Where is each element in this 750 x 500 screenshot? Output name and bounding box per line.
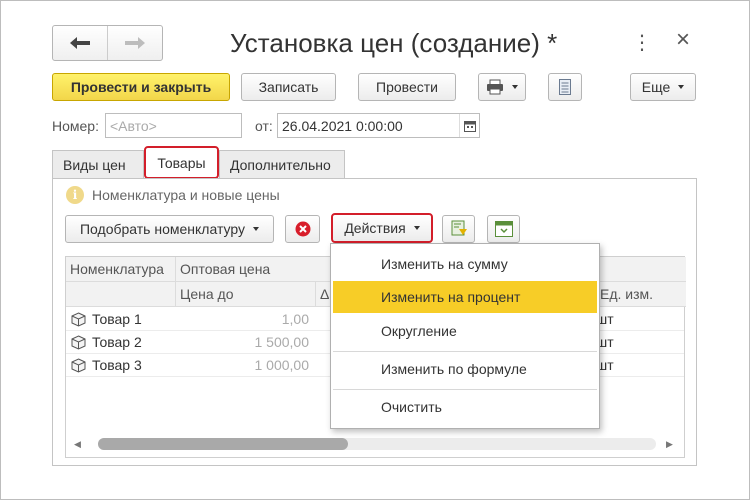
actions-label: Действия [344,220,406,236]
menu-item-change-by-formula[interactable]: Изменить по формуле [333,353,597,385]
document-list-icon [559,79,571,95]
tab-goods[interactable]: Товары [144,146,219,179]
more-button[interactable]: Еще [630,73,696,101]
date-field[interactable]: 26.04.2021 0:00:00 [277,113,480,138]
menu-item-change-by-sum[interactable]: Изменить на сумму [333,248,597,280]
row-name: Товар 2 [92,334,142,350]
column-nomenclature[interactable]: Номенклатура [66,257,176,282]
calendar-button[interactable] [459,114,479,137]
menu-separator [333,351,597,352]
column-unit[interactable]: Ед. изм. [596,282,686,307]
scroll-left-arrow[interactable]: ◀ [74,439,81,450]
chevron-down-icon [678,85,685,89]
info-icon: i [66,186,84,204]
row-price: 1 000,00 [254,357,310,373]
actions-menu: Изменить на сумму Изменить на процент Ок… [330,243,600,429]
pick-nomenclature-label: Подобрать номенклатуру [79,221,245,237]
forward-button[interactable] [108,26,162,60]
delete-button[interactable] [285,215,320,243]
row-name: Товар 1 [92,311,142,327]
tab-price-types[interactable]: Виды цен [52,150,144,178]
scrollbar-thumb[interactable] [98,438,348,450]
horizontal-scrollbar[interactable] [98,438,656,450]
settings-table-button[interactable] [487,215,520,243]
more-options-icon[interactable]: ⋮ [632,30,652,55]
window-title: Установка цен (создание) * [230,28,558,58]
fill-prices-button[interactable] [442,215,475,243]
back-button[interactable] [53,26,108,60]
number-label: Номер: [52,118,99,134]
product-icon [71,358,86,373]
menu-item-rounding[interactable]: Округление [333,315,597,347]
nav-buttons [52,25,163,61]
product-icon [71,335,86,350]
delete-icon [295,221,310,237]
close-icon[interactable]: × [676,26,690,54]
info-text: Номенклатура и новые цены [92,187,280,203]
arrow-right-icon [125,37,145,49]
tab-additional[interactable]: Дополнительно [219,150,345,178]
row-price: 1,00 [281,311,309,327]
report-button[interactable] [548,73,582,101]
table-settings-icon [494,221,513,237]
print-button[interactable] [478,73,526,101]
chevron-down-icon [512,85,518,89]
menu-item-change-by-percent[interactable]: Изменить на процент [333,281,597,313]
scroll-right-arrow[interactable]: ▶ [666,439,673,450]
menu-item-clear[interactable]: Очистить [333,391,597,423]
date-label: от: [255,118,273,134]
chevron-down-icon [413,226,420,230]
number-field[interactable]: <Авто> [105,113,242,138]
product-icon [71,312,86,327]
fill-prices-icon [451,220,467,236]
calendar-icon [463,120,476,132]
row-name: Товар 3 [92,357,142,373]
menu-separator [333,389,597,390]
printer-icon [487,79,503,95]
actions-button[interactable]: Действия [331,213,433,243]
save-button[interactable]: Записать [241,73,336,101]
more-button-label: Еще [641,79,671,95]
post-button[interactable]: Провести [358,73,456,101]
date-value: 26.04.2021 0:00:00 [282,117,403,134]
chevron-down-icon [253,227,259,231]
column-price-before[interactable]: Цена до [176,282,316,307]
post-and-close-button[interactable]: Провести и закрыть [52,73,230,101]
row-price: 1 500,00 [254,334,310,350]
arrow-left-icon [70,37,90,49]
pick-nomenclature-button[interactable]: Подобрать номенклатуру [65,215,274,243]
column-nomenclature-sub [66,282,176,307]
